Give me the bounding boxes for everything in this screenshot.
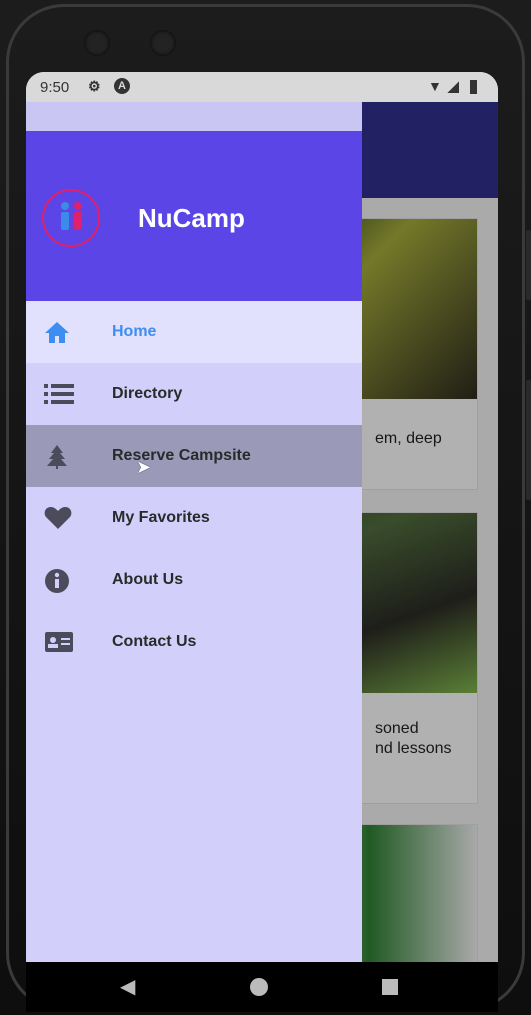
back-icon[interactable]: ◀ (120, 974, 135, 999)
drawer-header: NuCamp (26, 131, 362, 301)
front-camera-icon (84, 30, 110, 56)
status-time: 9:50 (40, 79, 70, 96)
tree-icon (44, 444, 70, 469)
wifi-icon: ▼ (428, 78, 442, 94)
address-card-icon (44, 630, 73, 654)
power-button (526, 380, 531, 500)
recents-icon[interactable] (382, 979, 398, 995)
navigation-drawer: NuCamp Home Directory Reserve Campsite ➤… (26, 102, 362, 962)
info-icon (44, 568, 70, 593)
drawer-item-contact-us[interactable]: Contact Us (26, 611, 362, 673)
drawer-item-home[interactable]: Home (26, 301, 362, 363)
list-icon (44, 382, 74, 406)
drawer-item-reserve-campsite[interactable]: Reserve Campsite ➤ (26, 425, 362, 487)
volume-button (526, 230, 531, 300)
signal-icon: ◢ (448, 78, 459, 94)
heart-icon (44, 506, 72, 530)
drawer-nav-list: Home Directory Reserve Campsite ➤ My Fav… (26, 301, 362, 673)
battery-icon (470, 80, 477, 94)
home-icon (44, 320, 70, 344)
sensor-icon (150, 30, 176, 56)
drawer-item-label: Directory (112, 385, 183, 402)
mouse-cursor-icon: ➤ (136, 457, 152, 477)
drawer-item-label: My Favorites (112, 509, 210, 526)
drawer-item-about-us[interactable]: About Us (26, 549, 362, 611)
drawer-item-label: About Us (112, 571, 184, 588)
drawer-item-my-favorites[interactable]: My Favorites (26, 487, 362, 549)
drawer-item-label: Reserve Campsite (112, 447, 251, 464)
drawer-item-directory[interactable]: Directory (26, 363, 362, 425)
drawer-item-label: Home (112, 323, 157, 340)
nucamp-logo (42, 189, 100, 247)
brand-name: NuCamp (138, 203, 245, 233)
android-notification-icon: A (114, 78, 130, 94)
home-button-icon[interactable] (250, 978, 268, 996)
drawer-top-strip (26, 102, 362, 131)
device-screen: 9:50 ⚙ A ▼ ◢ round em, deep re soned nd … (26, 72, 498, 1012)
status-bar: 9:50 ⚙ A ▼ ◢ (26, 72, 498, 102)
settings-icon: ⚙ (88, 78, 101, 94)
phone-frame: 9:50 ⚙ A ▼ ◢ round em, deep re soned nd … (0, 0, 531, 1015)
system-navigation-bar: ◀ (26, 962, 498, 1012)
drawer-item-label: Contact Us (112, 633, 197, 650)
